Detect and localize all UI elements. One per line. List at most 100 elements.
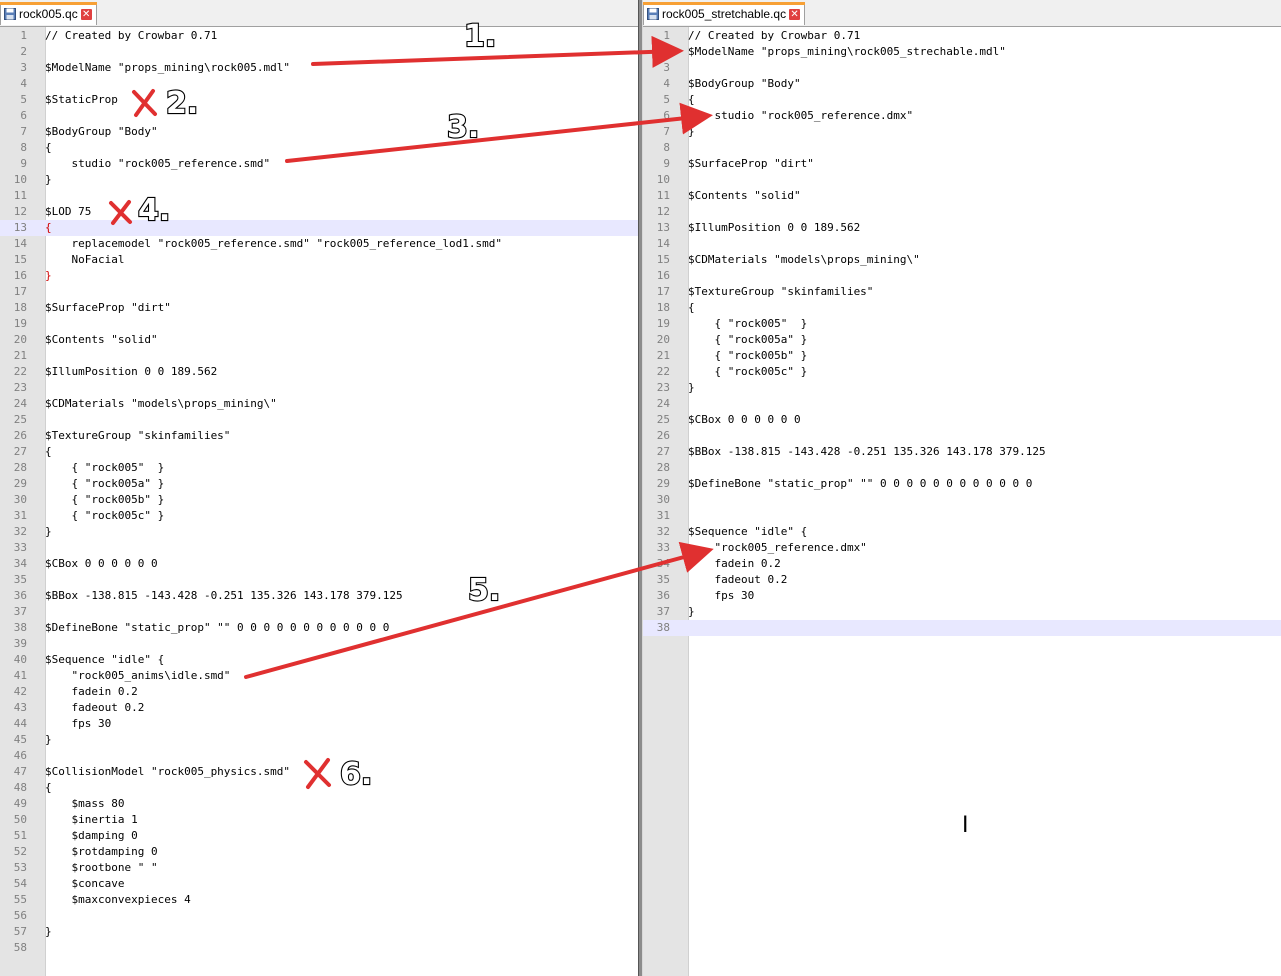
code-line[interactable]: 13 $IllumPosition 0 0 189.562 bbox=[643, 220, 1281, 236]
code-line[interactable]: 37} bbox=[643, 604, 1281, 620]
code-line[interactable]: 15 NoFacial bbox=[0, 252, 638, 268]
code-line[interactable]: 46 bbox=[0, 748, 638, 764]
code-line[interactable]: 15 $CDMaterials "models\props_mining\" bbox=[643, 252, 1281, 268]
code-line[interactable]: 13 { bbox=[0, 220, 638, 236]
code-line[interactable]: 8 bbox=[643, 140, 1281, 156]
code-line[interactable]: 31 bbox=[643, 508, 1281, 524]
code-line[interactable]: 27 { bbox=[0, 444, 638, 460]
code-line[interactable]: 25 $CBox 0 0 0 0 0 0 bbox=[643, 412, 1281, 428]
code-line[interactable]: 14 replacemodel "rock005_reference.smd" … bbox=[0, 236, 638, 252]
code-line[interactable]: 58 bbox=[0, 940, 638, 956]
code-line[interactable]: 18 { bbox=[643, 300, 1281, 316]
code-line[interactable]: 18 $SurfaceProp "dirt" bbox=[0, 300, 638, 316]
code-line[interactable]: 35 bbox=[0, 572, 638, 588]
code-line[interactable]: 34 fadein 0.2 bbox=[643, 556, 1281, 572]
code-line[interactable]: 4 $BodyGroup "Body" bbox=[643, 76, 1281, 92]
code-line[interactable]: 49 $mass 80 bbox=[0, 796, 638, 812]
code-line[interactable]: 14 bbox=[643, 236, 1281, 252]
code-line[interactable]: 20 $Contents "solid" bbox=[0, 332, 638, 348]
code-line[interactable]: 40 $Sequence "idle" { bbox=[0, 652, 638, 668]
code-line[interactable]: 10} bbox=[0, 172, 638, 188]
code-line[interactable]: 6 bbox=[0, 108, 638, 124]
code-line[interactable]: 31 { "rock005c" } bbox=[0, 508, 638, 524]
code-line[interactable]: 3 $ModelName "props_mining\rock005.mdl" bbox=[0, 60, 638, 76]
code-line[interactable]: 30 { "rock005b" } bbox=[0, 492, 638, 508]
code-line[interactable]: 51 $damping 0 bbox=[0, 828, 638, 844]
code-line[interactable]: 19 bbox=[0, 316, 638, 332]
code-line[interactable]: 37 bbox=[0, 604, 638, 620]
code-line[interactable]: 11 $Contents "solid" bbox=[643, 188, 1281, 204]
code-line[interactable]: 10 bbox=[643, 172, 1281, 188]
code-line[interactable]: 55 $maxconvexpieces 4 bbox=[0, 892, 638, 908]
code-line[interactable]: 56 bbox=[0, 908, 638, 924]
code-line[interactable]: 36 $BBox -138.815 -143.428 -0.251 135.326… bbox=[0, 588, 638, 604]
code-line[interactable]: 54 $concave bbox=[0, 876, 638, 892]
code-line[interactable]: 9 $SurfaceProp "dirt" bbox=[643, 156, 1281, 172]
code-line[interactable]: 11 bbox=[0, 188, 638, 204]
code-line[interactable]: 1 // Created by Crowbar 0.71 bbox=[643, 28, 1281, 44]
code-line[interactable]: 4 bbox=[0, 76, 638, 92]
code-line[interactable]: 53 $rootbone " " bbox=[0, 860, 638, 876]
code-line[interactable]: 43 fadeout 0.2 bbox=[0, 700, 638, 716]
code-line[interactable]: 38 $DefineBone "static_prop" "" 0 0 0 0 0… bbox=[0, 620, 638, 636]
code-line[interactable]: 29 $DefineBone "static_prop" "" 0 0 0 0 0… bbox=[643, 476, 1281, 492]
tab-rock005-stretchable-qc[interactable]: rock005_stretchable.qc ✕ bbox=[643, 2, 806, 25]
code-line[interactable]: 27 $BBox -138.815 -143.428 -0.251 135.326… bbox=[643, 444, 1281, 460]
code-line[interactable]: 6 studio "rock005_reference.dmx" bbox=[643, 108, 1281, 124]
code-line[interactable]: 32 $Sequence "idle" { bbox=[643, 524, 1281, 540]
code-line[interactable]: 44 fps 30 bbox=[0, 716, 638, 732]
code-line[interactable]: 48 { bbox=[0, 780, 638, 796]
code-line[interactable]: 16 bbox=[643, 268, 1281, 284]
code-line[interactable]: 38 bbox=[643, 620, 1281, 636]
code-line[interactable]: 22 $IllumPosition 0 0 189.562 bbox=[0, 364, 638, 380]
code-line[interactable]: 24 $CDMaterials "models\props_mining\" bbox=[0, 396, 638, 412]
code-line[interactable]: 23} bbox=[643, 380, 1281, 396]
left-code-editor[interactable]: 1// Created by Crowbar 0.71 2 3 $ModelName … bbox=[0, 27, 638, 976]
code-line[interactable]: 28 { "rock005" } bbox=[0, 460, 638, 476]
code-line[interactable]: 21 bbox=[0, 348, 638, 364]
code-line[interactable]: 50 $inertia 1 bbox=[0, 812, 638, 828]
code-line[interactable]: 12 $LOD 75 bbox=[0, 204, 638, 220]
code-line[interactable]: 42 fadein 0.2 bbox=[0, 684, 638, 700]
code-line[interactable]: 5 $StaticProp bbox=[0, 92, 638, 108]
code-line[interactable]: 30 bbox=[643, 492, 1281, 508]
code-line[interactable]: 5{ bbox=[643, 92, 1281, 108]
code-line[interactable]: 39 bbox=[0, 636, 638, 652]
code-line[interactable]: 32} bbox=[0, 524, 638, 540]
code-line[interactable]: 7} bbox=[643, 124, 1281, 140]
code-line[interactable]: 45} bbox=[0, 732, 638, 748]
code-line[interactable]: 29 { "rock005a" } bbox=[0, 476, 638, 492]
code-line[interactable]: 26 $TextureGroup "skinfamilies" bbox=[0, 428, 638, 444]
code-line[interactable]: 34 $CBox 0 0 0 0 0 0 bbox=[0, 556, 638, 572]
code-line[interactable]: 24 bbox=[643, 396, 1281, 412]
close-icon[interactable]: ✕ bbox=[80, 8, 92, 20]
tab-rock005-qc[interactable]: rock005.qc ✕ bbox=[0, 2, 97, 25]
code-line[interactable]: 1 // Created by Crowbar 0.71 bbox=[0, 28, 638, 44]
code-line[interactable]: 41 "rock005_anims\idle.smd" bbox=[0, 668, 638, 684]
code-line[interactable]: 2 bbox=[0, 44, 638, 60]
code-line[interactable]: 52 $rotdamping 0 bbox=[0, 844, 638, 860]
code-line[interactable]: 17 $TextureGroup "skinfamilies" bbox=[643, 284, 1281, 300]
code-line[interactable]: 19 { "rock005" } bbox=[643, 316, 1281, 332]
code-line[interactable]: 20 { "rock005a" } bbox=[643, 332, 1281, 348]
code-line[interactable]: 21 { "rock005b" } bbox=[643, 348, 1281, 364]
code-line[interactable]: 33 bbox=[0, 540, 638, 556]
close-icon[interactable]: ✕ bbox=[789, 8, 801, 20]
code-line[interactable]: 22 { "rock005c" } bbox=[643, 364, 1281, 380]
code-line[interactable]: 23 bbox=[0, 380, 638, 396]
code-line[interactable]: 17 bbox=[0, 284, 638, 300]
code-line[interactable]: 47 $CollisionModel "rock005_physics.smd" bbox=[0, 764, 638, 780]
code-line[interactable]: 16} bbox=[0, 268, 638, 284]
code-line[interactable]: 35 fadeout 0.2 bbox=[643, 572, 1281, 588]
code-line[interactable]: 7 $BodyGroup "Body" bbox=[0, 124, 638, 140]
code-line[interactable]: 33 "rock005_reference.dmx" bbox=[643, 540, 1281, 556]
code-line[interactable]: 12 bbox=[643, 204, 1281, 220]
code-line[interactable]: 28 bbox=[643, 460, 1281, 476]
code-line[interactable]: 26 bbox=[643, 428, 1281, 444]
code-line[interactable]: 57} bbox=[0, 924, 638, 940]
code-line[interactable]: 8{ bbox=[0, 140, 638, 156]
code-line[interactable]: 36 fps 30 bbox=[643, 588, 1281, 604]
code-line[interactable]: 3 bbox=[643, 60, 1281, 76]
code-line[interactable]: 2 $ModelName "props_mining\rock005_strech… bbox=[643, 44, 1281, 60]
code-line[interactable]: 25 bbox=[0, 412, 638, 428]
